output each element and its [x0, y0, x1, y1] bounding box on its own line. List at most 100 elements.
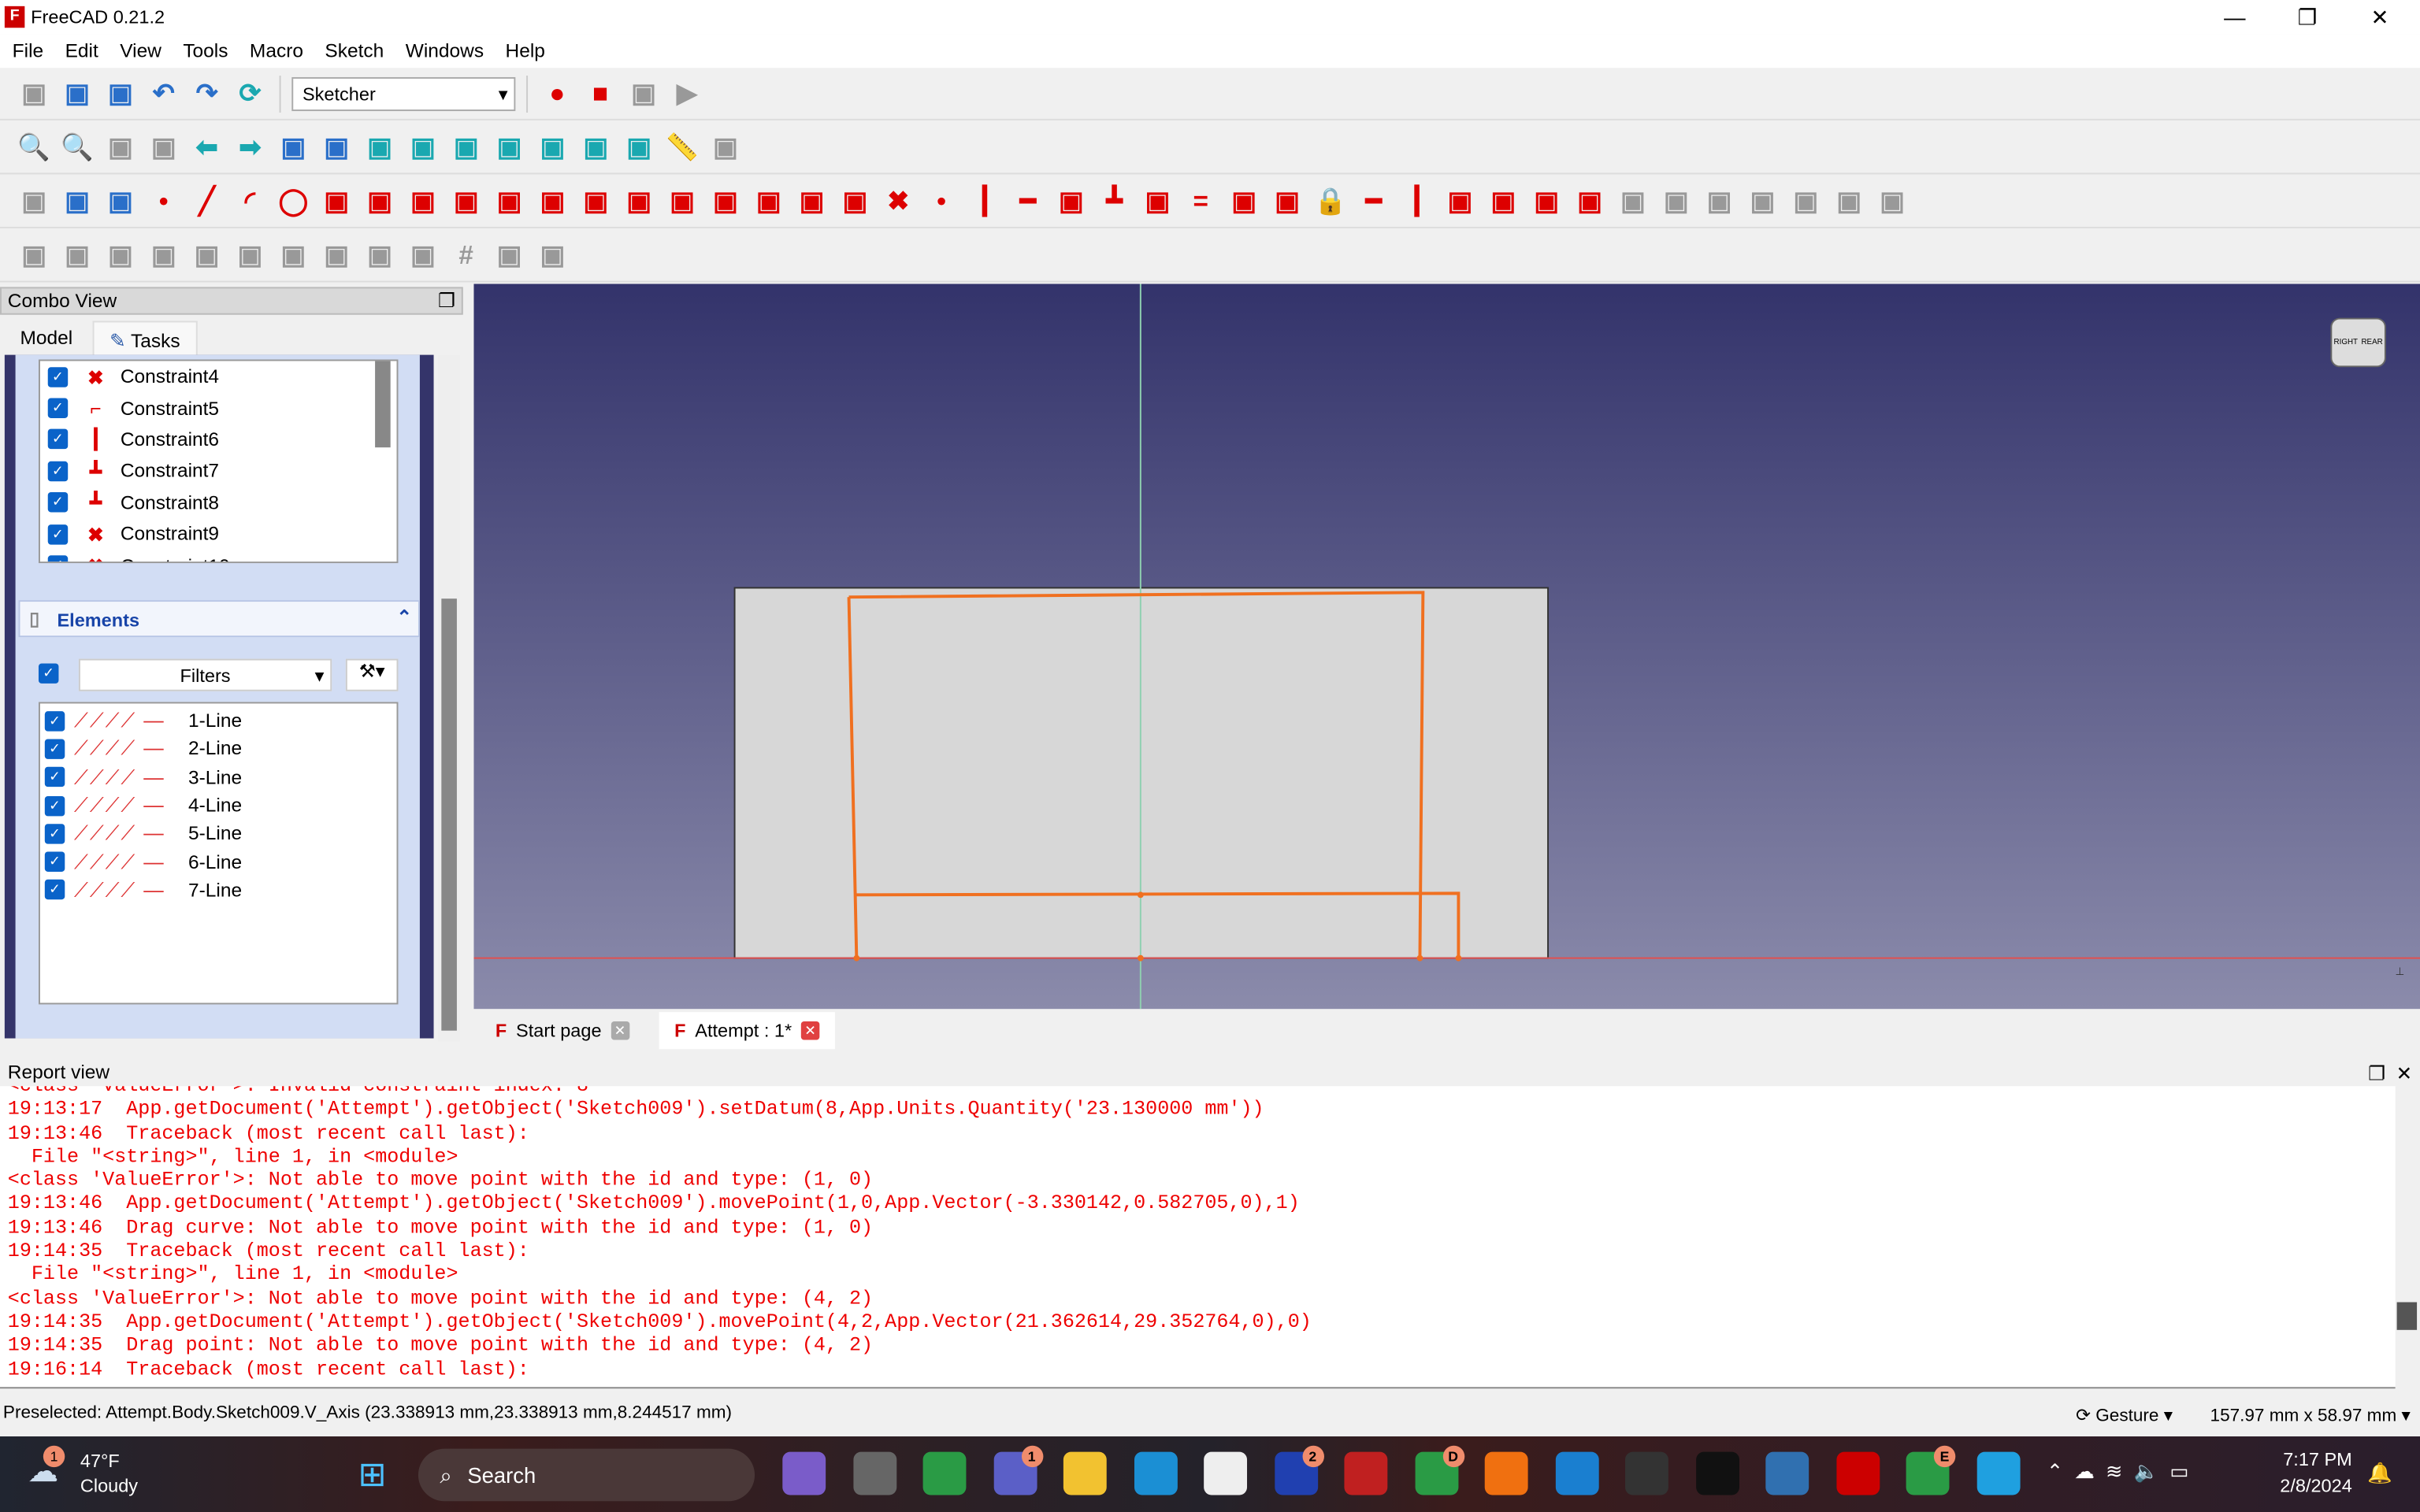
- fillet-icon[interactable]: ▣: [577, 183, 614, 220]
- chrome-icon[interactable]: [922, 1451, 967, 1495]
- perpendicular-icon[interactable]: ┻: [1096, 183, 1133, 220]
- filters-dropdown[interactable]: Filters ▾: [78, 658, 332, 691]
- fit-all-icon[interactable]: 🔍: [16, 129, 53, 166]
- radius-icon[interactable]: ▣: [1485, 183, 1522, 220]
- l-app-icon[interactable]: 2: [1274, 1445, 1324, 1495]
- task-scrollbar[interactable]: [438, 354, 460, 1042]
- snell-icon[interactable]: ▣: [1571, 183, 1608, 220]
- front-icon[interactable]: ▣: [404, 129, 441, 166]
- menu-file[interactable]: File: [13, 34, 56, 68]
- dimensions-display[interactable]: 157.97 mm x 58.97 mm ▾: [2210, 1404, 2411, 1426]
- checkbox[interactable]: ✓: [47, 366, 69, 387]
- record-macro-icon[interactable]: ●: [539, 75, 576, 112]
- search-box[interactable]: ⌕ Search: [418, 1448, 755, 1502]
- edge-icon[interactable]: [1134, 1451, 1177, 1495]
- back-icon[interactable]: ⬅: [188, 129, 225, 166]
- split-icon[interactable]: ▣: [707, 183, 744, 220]
- notification-bell-icon[interactable]: 🔔: [2367, 1461, 2392, 1485]
- clock-date[interactable]: 2/8/2024: [2262, 1475, 2352, 1496]
- point-icon[interactable]: •: [145, 183, 182, 220]
- parallel-icon[interactable]: ▣: [1052, 183, 1089, 220]
- element-row[interactable]: ✓ ⟋⟋⟋⟋ — 6-Line: [44, 848, 397, 876]
- angle-icon[interactable]: ▣: [1528, 183, 1565, 220]
- run-macro-icon[interactable]: ▶: [668, 75, 705, 112]
- menu-macro[interactable]: Macro: [250, 34, 316, 68]
- checkbox[interactable]: ✓: [44, 795, 65, 816]
- line-edge-icons[interactable]: ⟋⟋⟋⟋ —: [74, 821, 182, 846]
- checkbox[interactable]: ✓: [47, 461, 69, 481]
- menu-windows[interactable]: Windows: [406, 34, 496, 68]
- rear-icon[interactable]: ▣: [534, 129, 571, 166]
- constraint-row[interactable]: ✓ ✖ Constraint9: [47, 518, 397, 550]
- menu-sketch[interactable]: Sketch: [325, 34, 396, 68]
- line-icon[interactable]: ╱: [188, 183, 225, 220]
- tray-icons[interactable]: ⌃ ☁ ≋ 🔈 ▭: [2047, 1459, 2189, 1484]
- element-row[interactable]: ✓ ⟋⟋⟋⟋ — 2-Line: [44, 735, 397, 763]
- elements-select-all-checkbox[interactable]: ✓: [38, 663, 74, 684]
- tab-tasks[interactable]: ✎ Tasks: [92, 321, 198, 355]
- workbench-selector[interactable]: Sketcher ▾: [291, 76, 516, 111]
- close-button[interactable]: ✕: [2349, 3, 2411, 31]
- fusion-icon[interactable]: [1484, 1451, 1528, 1495]
- navigation-style[interactable]: ⟳ Gesture ▾: [2076, 1404, 2173, 1426]
- undock-icon[interactable]: ❐: [438, 288, 455, 314]
- block-icon[interactable]: ▣: [1268, 183, 1305, 220]
- open-icon[interactable]: ▣: [58, 75, 95, 112]
- constraint-row[interactable]: ✓ ┃ Constraint6: [47, 424, 397, 455]
- slot-icon[interactable]: ▣: [534, 183, 571, 220]
- constraint-row[interactable]: ✓ ┻ Constraint7: [47, 455, 397, 487]
- navcube-rear[interactable]: REAR: [2361, 338, 2382, 347]
- line-edge-icons[interactable]: ⟋⟋⟋⟋ —: [74, 709, 182, 733]
- clone-icon[interactable]: ▣: [232, 237, 269, 274]
- checkbox[interactable]: ✓: [44, 767, 65, 788]
- report-controls[interactable]: ❐ ✕: [2368, 1062, 2412, 1084]
- element-row[interactable]: ✓ ⟋⟋⟋⟋ — 3-Line: [44, 763, 397, 791]
- constraint-row[interactable]: ✓ ┻ Constraint8: [47, 487, 397, 518]
- distance-icon[interactable]: ▣: [1442, 183, 1479, 220]
- arc-icon[interactable]: ◜: [232, 183, 269, 220]
- vscode-icon[interactable]: [1554, 1451, 1598, 1495]
- carbon-copy-icon[interactable]: ▣: [793, 183, 830, 220]
- mcafee-icon[interactable]: [1344, 1451, 1388, 1495]
- menu-help[interactable]: Help: [506, 34, 558, 68]
- copilot-icon[interactable]: [782, 1451, 826, 1495]
- checkbox[interactable]: ✓: [44, 880, 65, 901]
- stop-macro-icon[interactable]: ■: [582, 75, 619, 112]
- weather-condition[interactable]: Cloudy: [80, 1475, 138, 1496]
- select-conflicting-icon[interactable]: ▣: [102, 237, 139, 274]
- measure-icon[interactable]: 📏: [663, 129, 700, 166]
- navigation-cube[interactable]: RIGHT REAR: [2312, 293, 2405, 391]
- grid-icon[interactable]: #: [447, 237, 484, 274]
- inkscape-icon[interactable]: [1695, 1451, 1739, 1495]
- checkbox[interactable]: ✓: [47, 429, 69, 450]
- new-icon[interactable]: ▣: [16, 75, 53, 112]
- bspline-icon[interactable]: ▣: [361, 183, 398, 220]
- polyline-icon[interactable]: ▣: [404, 183, 441, 220]
- python-icon[interactable]: [1765, 1451, 1809, 1495]
- chrome-e-icon[interactable]: E: [1906, 1445, 1956, 1495]
- minimize-button[interactable]: —: [2204, 3, 2266, 31]
- std-views-icon[interactable]: ▣: [275, 129, 312, 166]
- close-tab-icon[interactable]: ✕: [611, 1021, 629, 1040]
- teams-icon[interactable]: 1: [993, 1445, 1043, 1495]
- report-scrollbar-thumb[interactable]: [2396, 1302, 2418, 1330]
- checkbox[interactable]: ✓: [44, 823, 65, 844]
- checkbox[interactable]: ✓: [47, 524, 69, 544]
- line-edge-icons[interactable]: ⟋⟋⟋⟋ —: [74, 765, 182, 789]
- constraint-row[interactable]: ✓ ⌐ Constraint5: [47, 392, 397, 424]
- bottom-icon[interactable]: ▣: [577, 129, 614, 166]
- move-icon[interactable]: ▣: [318, 237, 355, 274]
- weather-icon[interactable]: ☁ 1: [28, 1445, 65, 1491]
- menu-edit[interactable]: Edit: [65, 34, 111, 68]
- collapse-icon[interactable]: ⌃: [396, 606, 412, 628]
- fit-selection-icon[interactable]: 🔍: [58, 129, 95, 166]
- construction-mode-icon[interactable]: ▣: [837, 183, 874, 220]
- conic-icon[interactable]: ▣: [318, 183, 355, 220]
- select-redundant-icon[interactable]: ▣: [145, 237, 182, 274]
- symmetric-icon[interactable]: ▣: [1226, 183, 1263, 220]
- checkbox[interactable]: ✓: [47, 555, 69, 562]
- copy-icon[interactable]: ▣: [275, 237, 312, 274]
- top-icon[interactable]: ▣: [447, 129, 484, 166]
- file-explorer-icon[interactable]: [1063, 1451, 1107, 1495]
- chrome-profile-icon[interactable]: D: [1414, 1445, 1464, 1495]
